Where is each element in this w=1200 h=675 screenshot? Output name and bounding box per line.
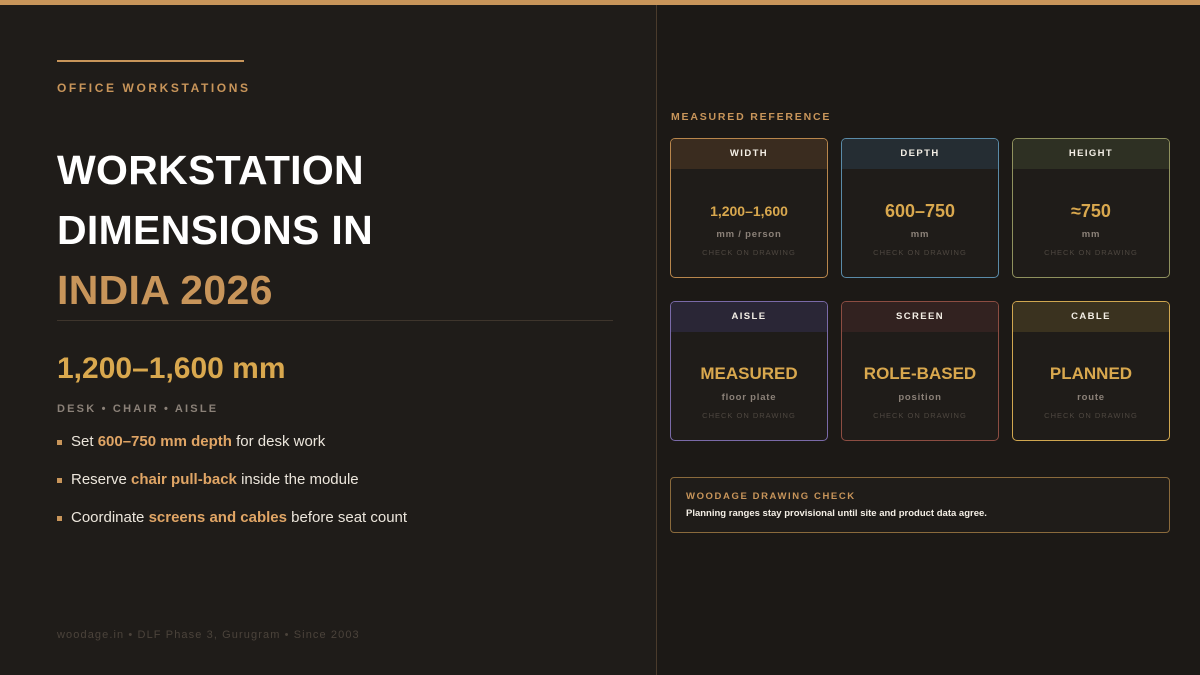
card-header: AISLE: [671, 302, 827, 332]
depth-card: DEPTH 600–750 mm CHECK ON DRAWING: [841, 138, 999, 278]
cable-card: CABLE PLANNED route CHECK ON DRAWING: [1012, 301, 1170, 441]
key-points-list: Set 600–750 mm depth for desk work Reser…: [57, 432, 407, 546]
card-unit: floor plate: [721, 392, 777, 403]
reference-label: MEASURED REFERENCE: [671, 111, 832, 123]
bullet-square-icon: [57, 478, 62, 483]
card-header: SCREEN: [842, 302, 998, 332]
bullet-text: Set: [71, 433, 98, 450]
title-line-3: INDIA 2026: [57, 267, 273, 313]
card-check-note: CHECK ON DRAWING: [702, 248, 796, 257]
aisle-card: AISLE MEASURED floor plate CHECK ON DRAW…: [670, 301, 828, 441]
card-header: HEIGHT: [1013, 139, 1169, 169]
card-check-note: CHECK ON DRAWING: [1044, 411, 1138, 420]
card-value: PLANNED: [1049, 364, 1133, 383]
card-check-note: CHECK ON DRAWING: [873, 411, 967, 420]
card-value: ROLE-BASED: [863, 364, 977, 383]
card-unit: route: [1077, 392, 1105, 403]
bullet-emphasis: screens and cables: [148, 509, 287, 526]
section-divider: [57, 320, 613, 321]
bullet-emphasis: 600–750 mm depth: [97, 433, 232, 450]
screen-card: SCREEN ROLE-BASED position CHECK ON DRAW…: [841, 301, 999, 441]
note-body: Planning ranges stay provisional until s…: [686, 508, 987, 519]
title-line-2: DIMENSIONS IN: [57, 207, 373, 253]
card-header: CABLE: [1013, 302, 1169, 332]
card-unit: mm: [910, 229, 930, 240]
list-item: Reserve chair pull-back inside the modul…: [57, 470, 407, 508]
bullet-emphasis: chair pull-back: [131, 471, 237, 488]
list-item: Set 600–750 mm depth for desk work: [57, 432, 407, 470]
card-unit: mm / person: [716, 229, 782, 240]
card-unit: mm: [1081, 229, 1101, 240]
card-check-note: CHECK ON DRAWING: [702, 411, 796, 420]
eyebrow-label: OFFICE WORKSTATIONS: [57, 81, 251, 95]
bullet-text: inside the module: [236, 471, 359, 488]
card-check-note: CHECK ON DRAWING: [873, 248, 967, 257]
width-card: WIDTH 1,200–1,600 mm / person CHECK ON D…: [670, 138, 828, 278]
bullet-text: before seat count: [286, 509, 408, 526]
card-value: 1,200–1,600: [710, 203, 788, 219]
bullet-square-icon: [57, 440, 62, 445]
summary-tagline: DESK • CHAIR • AISLE: [57, 403, 219, 415]
bullet-text: Coordinate: [71, 509, 149, 526]
title-line-1: WORKSTATION: [57, 147, 364, 193]
note-title: WOODAGE DRAWING CHECK: [686, 491, 856, 502]
card-header: WIDTH: [671, 139, 827, 169]
footer-credit: woodage.in • DLF Phase 3, Gurugram • Sin…: [57, 629, 360, 641]
bullet-text: for desk work: [231, 433, 326, 450]
vertical-divider: [656, 5, 657, 675]
bullet-text: Reserve: [71, 471, 132, 488]
card-value: ≈750: [1071, 201, 1111, 221]
drawing-check-note: WOODAGE DRAWING CHECK Planning ranges st…: [670, 477, 1170, 533]
summary-value: 1,200–1,600 mm: [57, 352, 286, 385]
eyebrow-rule: [57, 60, 244, 62]
bullet-square-icon: [57, 516, 62, 521]
page-title: WORKSTATION DIMENSIONS IN INDIA 2026: [57, 140, 373, 320]
card-value: 600–750: [884, 201, 956, 221]
card-check-note: CHECK ON DRAWING: [1044, 248, 1138, 257]
list-item: Coordinate screens and cables before sea…: [57, 508, 407, 546]
card-value: MEASURED: [700, 364, 798, 383]
height-card: HEIGHT ≈750 mm CHECK ON DRAWING: [1012, 138, 1170, 278]
card-unit: position: [898, 392, 942, 403]
card-header: DEPTH: [842, 139, 998, 169]
